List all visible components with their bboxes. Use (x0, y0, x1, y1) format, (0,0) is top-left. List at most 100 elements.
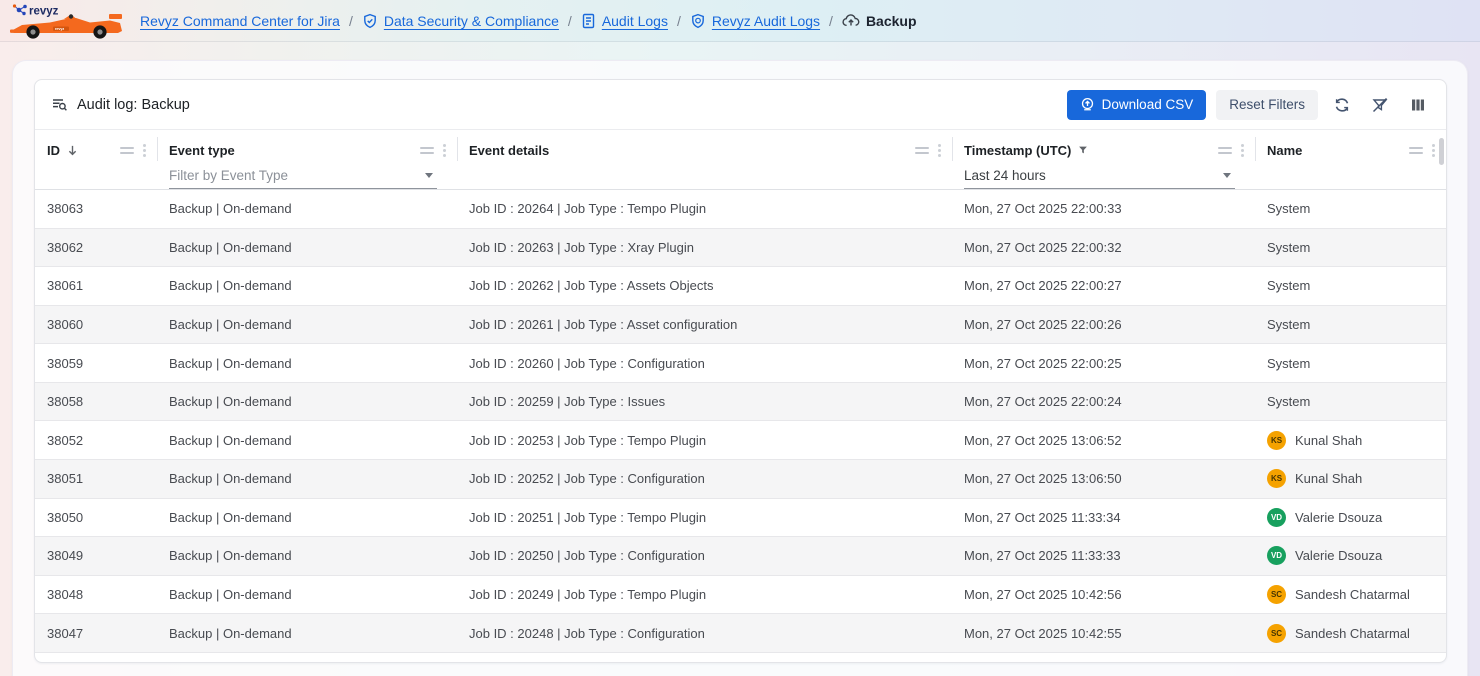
event-details-cell: Job ID : 20264 | Job Type : Tempo Plugin (469, 201, 707, 217)
table-row: 38061 Backup | On-demand Job ID : 20262 … (35, 267, 1446, 306)
name-cell: System (1255, 356, 1446, 371)
breadcrumb-item-revyz-audit-logs[interactable]: Revyz Audit Logs (690, 13, 820, 29)
breadcrumb-separator: / (348, 12, 353, 29)
cloud-download-icon (1081, 97, 1093, 111)
event-details-cell: Job ID : 20261 | Job Type : Asset config… (469, 317, 738, 333)
table-body: 38063 Backup | On-demand Job ID : 20264 … (35, 190, 1446, 653)
column-resize-icon[interactable] (120, 146, 134, 154)
timestamp-cell: Mon, 27 Oct 2025 22:00:26 (964, 317, 1122, 333)
column-header-timestamp[interactable]: Timestamp (UTC) Last 24 hours (952, 130, 1255, 189)
table-row: 38060 Backup | On-demand Job ID : 20261 … (35, 305, 1446, 345)
user-name: Valerie Dsouza (1295, 509, 1383, 525)
table-row: 38047 Backup | On-demand Job ID : 20248 … (35, 614, 1446, 653)
breadcrumb-label: Revyz Audit Logs (711, 12, 821, 29)
event-details-cell: Job ID : 20248 | Job Type : Configuratio… (469, 625, 705, 641)
breadcrumb-label: Data Security & Compliance (383, 12, 559, 29)
avatar: SC (1267, 585, 1286, 605)
id-cell: 38051 (47, 471, 84, 487)
breadcrumb-label: Audit Logs (601, 12, 668, 29)
clear-filter-button[interactable] (1366, 91, 1394, 119)
table-row: 38058 Backup | On-demand Job ID : 20259 … (35, 382, 1446, 422)
column-menu-icon[interactable] (935, 142, 944, 159)
timestamp-filter-value: Last 24 hours (964, 168, 1046, 183)
breadcrumb-item-data-security[interactable]: Data Security & Compliance (362, 13, 559, 29)
column-header-event-type[interactable]: Event type (157, 130, 457, 189)
document-icon (582, 13, 595, 28)
column-resize-icon[interactable] (1218, 146, 1232, 154)
refresh-button[interactable] (1328, 91, 1356, 119)
column-menu-icon[interactable] (140, 142, 149, 159)
column-resize-icon[interactable] (915, 146, 929, 154)
filter-active-icon (1079, 146, 1088, 154)
event-type-cell: Backup | On-demand (169, 239, 292, 255)
name-cell: VD Valerie Dsouza (1255, 546, 1446, 566)
column-resize-icon[interactable] (1409, 146, 1423, 154)
event-type-cell: Backup | On-demand (169, 432, 292, 448)
timestamp-cell: Mon, 27 Oct 2025 11:33:34 (964, 509, 1121, 525)
event-type-cell: Backup | On-demand (169, 278, 292, 294)
column-menu-icon[interactable] (1429, 142, 1438, 159)
breadcrumb-item-audit-logs[interactable]: Audit Logs (581, 13, 668, 29)
column-header-name[interactable]: Name (1255, 130, 1446, 189)
avatar: KS (1267, 469, 1286, 489)
grid-toolbar: Audit log: Backup Download CSV Reset Fil… (35, 80, 1446, 130)
name-cell: SC Sandesh Chatarmal (1255, 585, 1446, 605)
table-row: 38059 Backup | On-demand Job ID : 20260 … (35, 344, 1446, 383)
columns-button[interactable] (1404, 91, 1432, 119)
table-row: 38051 Backup | On-demand Job ID : 20252 … (35, 460, 1446, 499)
id-cell: 38052 (47, 432, 84, 448)
id-cell: 38060 (47, 317, 84, 333)
name-cell: System (1255, 240, 1446, 255)
name-cell: KS Kunal Shah (1255, 469, 1446, 489)
timestamp-cell: Mon, 27 Oct 2025 11:33:33 (964, 548, 1121, 564)
avatar: VD (1267, 546, 1286, 566)
refresh-icon (1335, 97, 1349, 112)
column-label: ID (47, 142, 60, 158)
name-cell: SC Sandesh Chatarmal (1255, 623, 1446, 643)
download-csv-button[interactable]: Download CSV (1066, 89, 1207, 120)
page-title-text: Audit log: Backup (77, 96, 190, 113)
user-name: System (1267, 317, 1311, 333)
user-name: System (1267, 394, 1311, 410)
breadcrumb-label: Backup (865, 12, 917, 29)
column-header-id[interactable]: ID (35, 130, 157, 189)
breadcrumb-item-command-center[interactable]: Revyz Command Center for Jira (140, 13, 340, 29)
id-cell: 38061 (47, 278, 84, 294)
user-name: Kunal Shah (1295, 471, 1363, 487)
user-name: System (1267, 201, 1311, 217)
breadcrumb-separator: / (676, 12, 681, 29)
column-menu-icon[interactable] (440, 142, 449, 159)
breadcrumb: Revyz Command Center for Jira / Data Sec… (140, 13, 917, 29)
timestamp-filter-select[interactable]: Last 24 hours (964, 163, 1235, 189)
event-type-cell: Backup | On-demand (169, 394, 292, 410)
breadcrumb-separator: / (829, 12, 833, 29)
column-header-event-details[interactable]: Event details (457, 130, 952, 189)
reset-filters-button[interactable]: Reset Filters (1216, 89, 1318, 120)
event-details-cell: Job ID : 20250 | Job Type : Configuratio… (469, 548, 705, 564)
svg-text:revyz: revyz (55, 27, 64, 31)
vertical-scrollbar[interactable] (1439, 138, 1444, 165)
user-name: System (1267, 355, 1311, 371)
timestamp-cell: Mon, 27 Oct 2025 22:00:27 (964, 278, 1122, 294)
column-menu-icon[interactable] (1238, 142, 1247, 159)
name-cell: KS Kunal Shah (1255, 430, 1446, 450)
event-details-cell: Job ID : 20252 | Job Type : Configuratio… (469, 471, 705, 487)
event-details-cell: Job ID : 20262 | Job Type : Assets Objec… (469, 278, 714, 294)
timestamp-cell: Mon, 27 Oct 2025 22:00:33 (964, 201, 1122, 217)
name-cell: System (1255, 317, 1446, 332)
event-details-cell: Job ID : 20259 | Job Type : Issues (469, 394, 666, 410)
reset-filters-label: Reset Filters (1229, 97, 1305, 112)
event-details-cell: Job ID : 20260 | Job Type : Configuratio… (469, 355, 705, 371)
event-type-filter[interactable] (169, 163, 437, 189)
table-row: 38063 Backup | On-demand Job ID : 20264 … (35, 190, 1446, 229)
timestamp-cell: Mon, 27 Oct 2025 22:00:25 (964, 355, 1122, 371)
event-details-cell: Job ID : 20249 | Job Type : Tempo Plugin (469, 587, 707, 603)
column-resize-icon[interactable] (420, 146, 434, 154)
id-cell: 38063 (47, 201, 84, 217)
event-type-cell: Backup | On-demand (169, 355, 292, 371)
event-type-cell: Backup | On-demand (169, 548, 292, 564)
timestamp-cell: Mon, 27 Oct 2025 10:42:55 (964, 625, 1122, 641)
column-label: Event details (469, 142, 550, 158)
toolbar-actions: Download CSV Reset Filters (1066, 89, 1432, 120)
event-type-filter-input[interactable] (169, 168, 425, 183)
